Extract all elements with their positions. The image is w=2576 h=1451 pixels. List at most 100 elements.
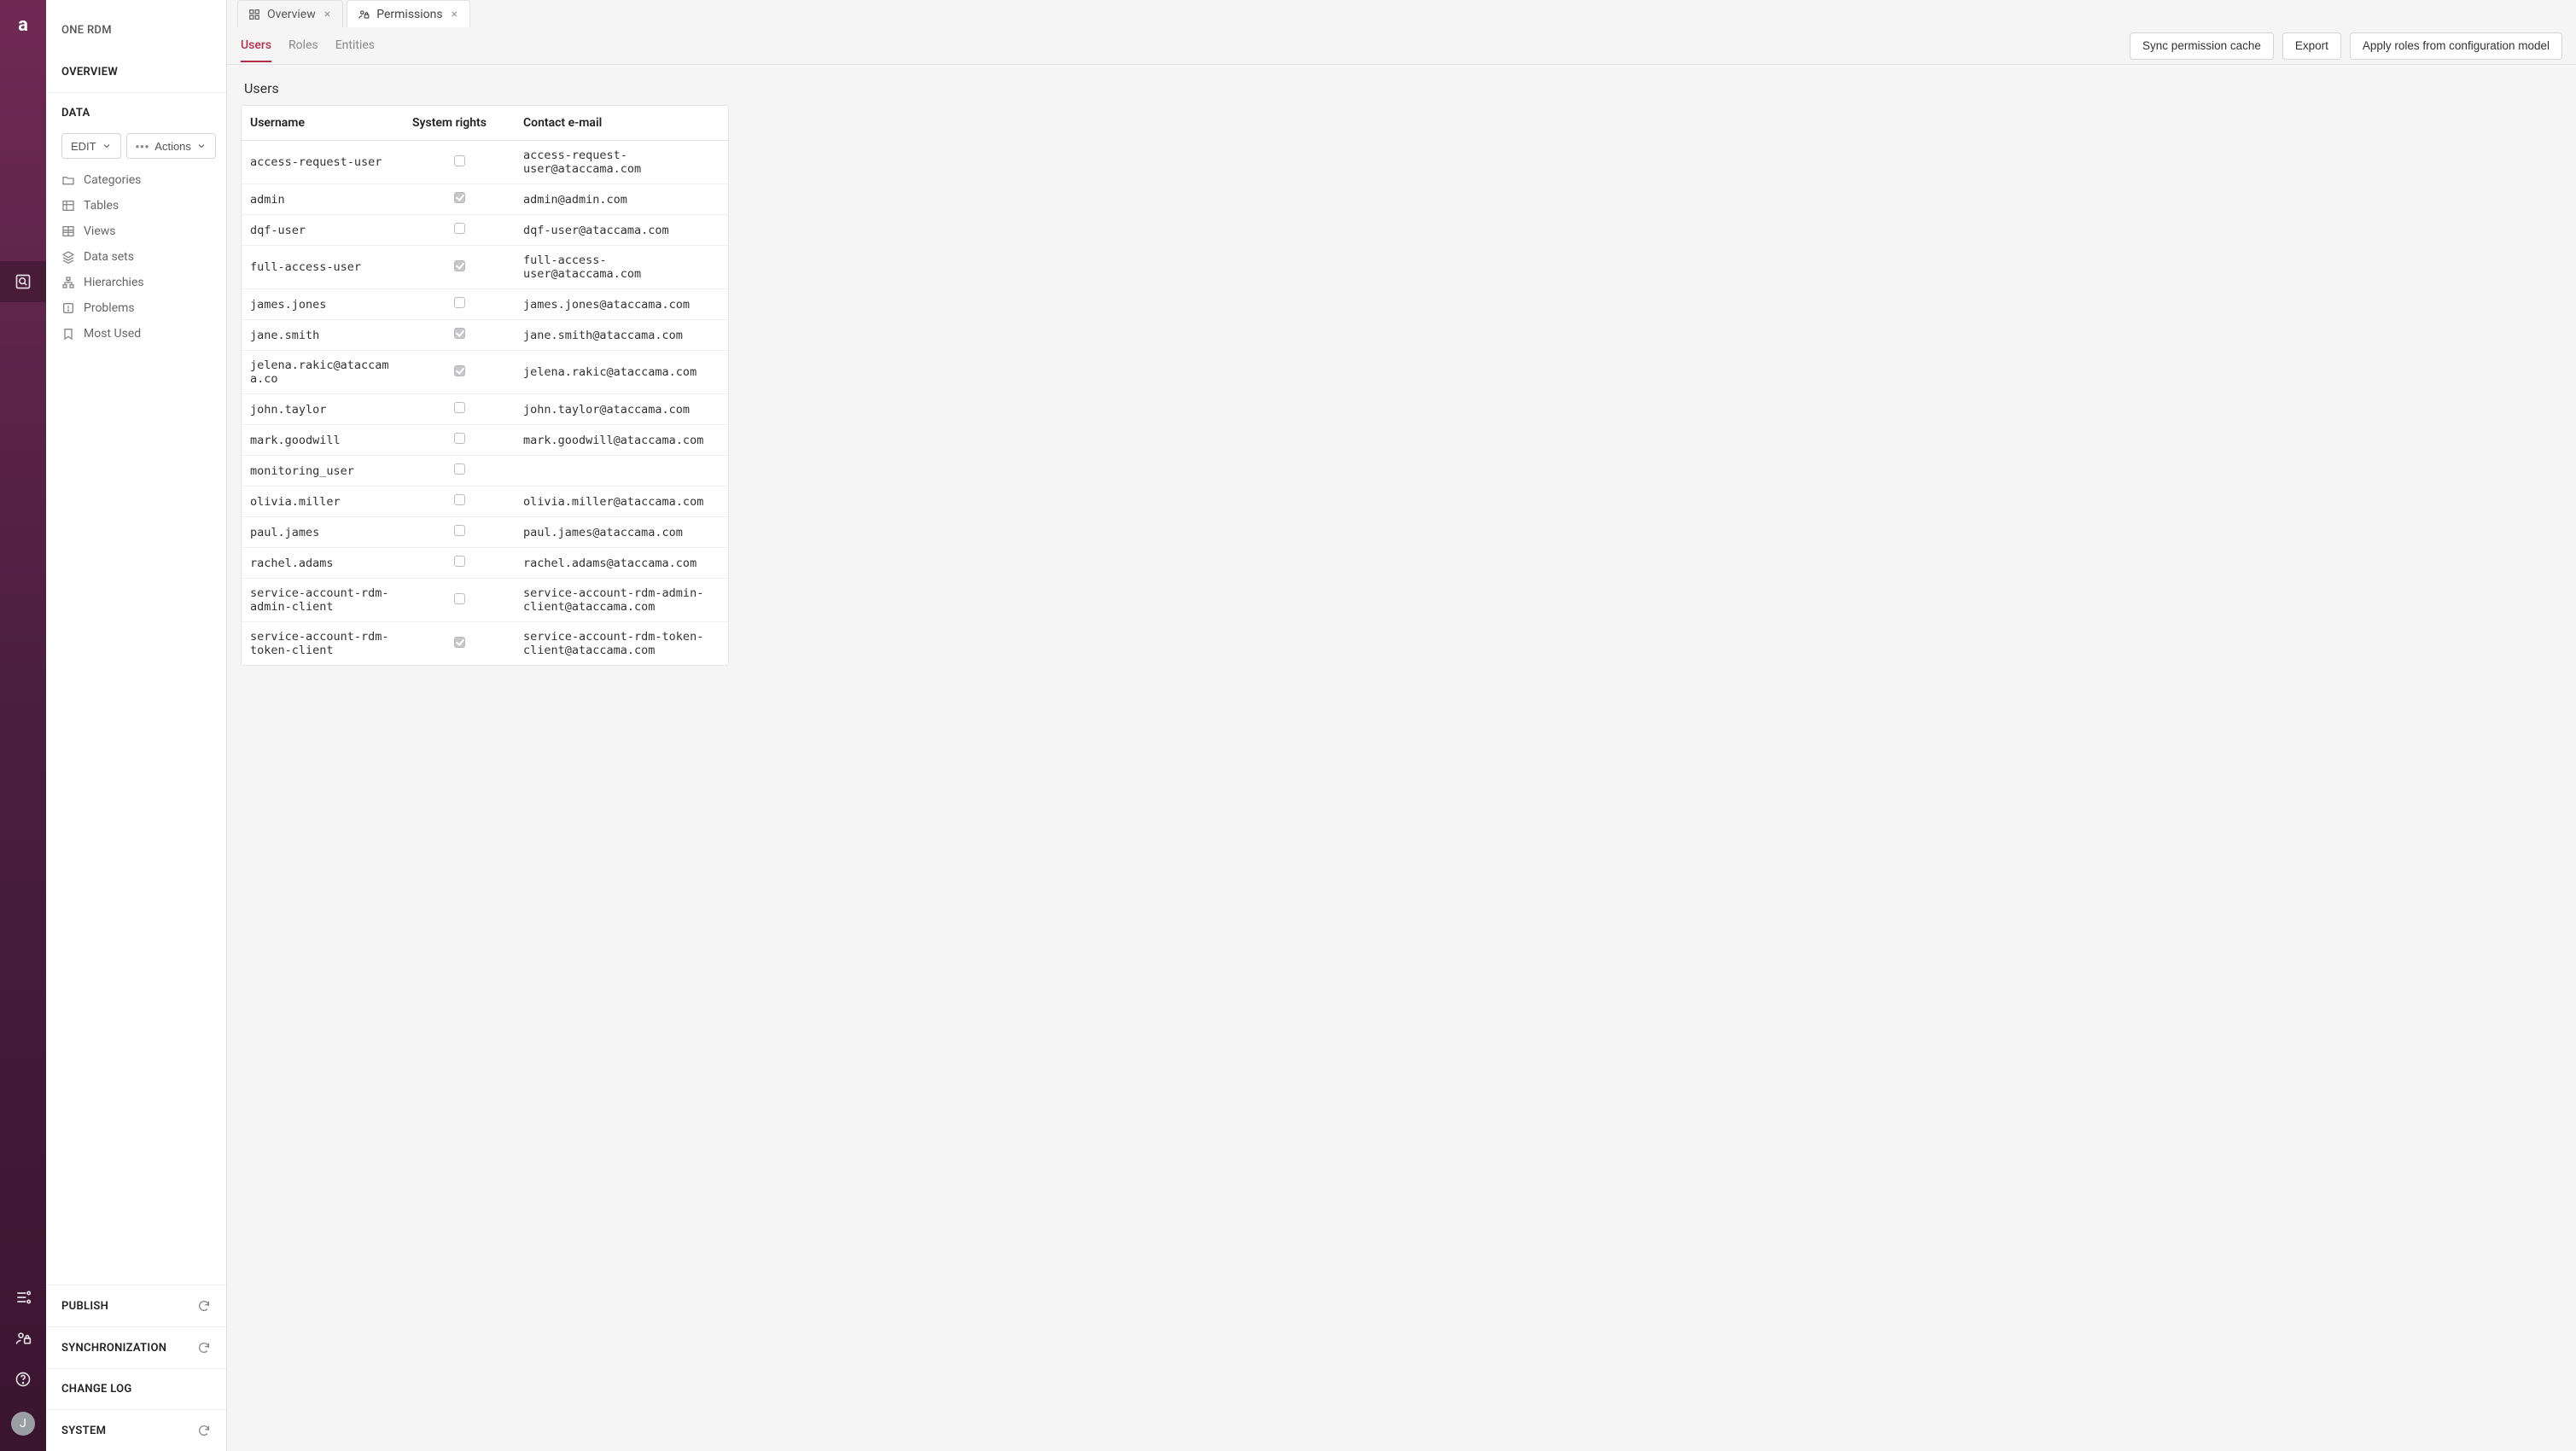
subtab-users[interactable]: Users xyxy=(241,30,271,62)
edit-dropdown-label: EDIT xyxy=(71,140,96,153)
sidebar-overview[interactable]: OVERVIEW xyxy=(46,52,226,92)
table-row[interactable]: adminadmin@admin.com xyxy=(242,184,728,215)
sidebar-publish[interactable]: PUBLISH xyxy=(46,1285,226,1326)
checkbox-icon[interactable] xyxy=(454,297,465,308)
dashboard-icon xyxy=(248,9,260,20)
close-icon[interactable]: × xyxy=(450,8,459,21)
table-row[interactable]: full-access-userfull-access-user@ataccam… xyxy=(242,246,728,289)
export-button[interactable]: Export xyxy=(2282,32,2341,60)
apply-roles-button[interactable]: Apply roles from configuration model xyxy=(2350,32,2562,60)
checkbox-icon[interactable] xyxy=(454,155,465,166)
col-system-rights[interactable]: System rights xyxy=(404,106,515,141)
sidebar-item-label: Data sets xyxy=(84,250,134,264)
checkbox-icon[interactable] xyxy=(454,260,465,271)
checkbox-icon[interactable] xyxy=(454,192,465,203)
checkbox-icon[interactable] xyxy=(454,328,465,339)
checkbox-icon[interactable] xyxy=(454,402,465,413)
cell-system-rights xyxy=(404,487,515,517)
sidebar-item-label: Hierarchies xyxy=(84,276,144,289)
permissions-icon xyxy=(358,9,370,20)
rail-search-icon[interactable] xyxy=(0,261,46,302)
checkbox-icon[interactable] xyxy=(454,365,465,376)
sync-icon[interactable] xyxy=(197,1424,211,1437)
checkbox-icon[interactable] xyxy=(454,463,465,475)
user-avatar[interactable]: J xyxy=(11,1412,35,1436)
table-row[interactable]: paul.jamespaul.james@ataccama.com xyxy=(242,517,728,548)
hierarchy-icon xyxy=(61,276,75,289)
sidebar-item-problems[interactable]: Problems xyxy=(61,295,211,321)
more-icon: ••• xyxy=(136,140,150,153)
sidebar-change-log[interactable]: CHANGE LOG xyxy=(46,1368,226,1409)
cell-system-rights xyxy=(404,351,515,394)
cell-email: jelena.rakic@ataccama.com xyxy=(515,351,728,394)
cell-email: rachel.adams@ataccama.com xyxy=(515,548,728,579)
cell-username: access-request-user xyxy=(242,141,404,184)
nav-rail: a J xyxy=(0,0,46,1451)
layers-icon xyxy=(61,250,75,264)
cell-username: full-access-user xyxy=(242,246,404,289)
col-contact-email[interactable]: Contact e-mail xyxy=(515,106,728,141)
subtab-roles[interactable]: Roles xyxy=(288,30,318,62)
tab-label: Overview xyxy=(267,8,316,21)
subtab-entities[interactable]: Entities xyxy=(335,30,375,62)
sidebar-item-hierarchies[interactable]: Hierarchies xyxy=(61,270,211,295)
table-row[interactable]: jelena.rakic@ataccama.co jelena.rakic@ata… xyxy=(242,351,728,394)
checkbox-icon[interactable] xyxy=(454,433,465,444)
tab-permissions[interactable]: Permissions × xyxy=(347,0,470,27)
checkbox-icon[interactable] xyxy=(454,556,465,567)
tab-label: Permissions xyxy=(376,8,442,21)
rail-help-icon[interactable] xyxy=(0,1359,46,1400)
cell-username: admin xyxy=(242,184,404,215)
permissions-toolbar: Users Roles Entities Sync permission cac… xyxy=(227,27,2576,65)
sync-icon[interactable] xyxy=(197,1299,211,1313)
table-row[interactable]: monitoring_user xyxy=(242,456,728,487)
sidebar-item-tables[interactable]: Tables xyxy=(61,193,211,219)
table-row[interactable]: access-request-user access-request-user@a… xyxy=(242,141,728,184)
table-row[interactable]: john.taylorjohn.taylor@ataccama.com xyxy=(242,394,728,425)
cell-system-rights xyxy=(404,425,515,456)
rail-settings-icon[interactable] xyxy=(0,1277,46,1318)
tab-overview[interactable]: Overview × xyxy=(237,0,343,27)
bookmark-icon xyxy=(61,327,75,341)
editor-tabs: Overview × Permissions × xyxy=(227,0,2576,27)
sidebar-data-header[interactable]: DATA xyxy=(46,92,226,133)
rail-permissions-icon[interactable] xyxy=(0,1318,46,1359)
cell-email: access-request-user@ataccama.com xyxy=(515,141,728,184)
cell-system-rights xyxy=(404,141,515,184)
table-row[interactable]: service-account-rdm-token-clientservice-… xyxy=(242,622,728,666)
sidebar-item-views[interactable]: Views xyxy=(61,219,211,244)
alert-icon xyxy=(61,301,75,315)
cell-email: dqf-user@ataccama.com xyxy=(515,215,728,246)
cell-system-rights xyxy=(404,289,515,320)
table-row[interactable]: james.jonesjames.jones@ataccama.com xyxy=(242,289,728,320)
actions-dropdown[interactable]: ••• Actions xyxy=(126,133,216,159)
sync-icon[interactable] xyxy=(197,1341,211,1355)
col-username[interactable]: Username xyxy=(242,106,404,141)
table-row[interactable]: dqf-userdqf-user@ataccama.com xyxy=(242,215,728,246)
main-area: Overview × Permissions × Users Roles Ent… xyxy=(227,0,2576,1451)
sidebar-item-datasets[interactable]: Data sets xyxy=(61,244,211,270)
cell-system-rights xyxy=(404,548,515,579)
table-row[interactable]: mark.goodwillmark.goodwill@ataccama.com xyxy=(242,425,728,456)
cell-system-rights xyxy=(404,517,515,548)
close-icon[interactable]: × xyxy=(323,8,332,21)
checkbox-icon[interactable] xyxy=(454,525,465,536)
edit-dropdown[interactable]: EDIT xyxy=(61,133,121,159)
sidebar-synchronization[interactable]: SYNCHRONIZATION xyxy=(46,1326,226,1368)
checkbox-icon[interactable] xyxy=(454,593,465,604)
cell-username: jelena.rakic@ataccama.co xyxy=(242,351,404,394)
checkbox-icon[interactable] xyxy=(454,637,465,648)
table-row[interactable]: olivia.millerolivia.miller@ataccama.com xyxy=(242,487,728,517)
sidebar-system[interactable]: SYSTEM xyxy=(46,1409,226,1451)
table-row[interactable]: service-account-rdm-admin-clientservice-… xyxy=(242,579,728,622)
checkbox-icon[interactable] xyxy=(454,223,465,234)
table-row[interactable]: rachel.adams rachel.adams@ataccama.com xyxy=(242,548,728,579)
sidebar-item-categories[interactable]: Categories xyxy=(61,167,211,193)
table-row[interactable]: jane.smithjane.smith@ataccama.com xyxy=(242,320,728,351)
cell-username: service-account-rdm-admin-client xyxy=(242,579,404,622)
table-icon xyxy=(61,199,75,213)
sync-cache-button[interactable]: Sync permission cache xyxy=(2130,32,2274,60)
cell-username: rachel.adams xyxy=(242,548,404,579)
checkbox-icon[interactable] xyxy=(454,494,465,505)
sidebar-item-most-used[interactable]: Most Used xyxy=(61,321,211,347)
